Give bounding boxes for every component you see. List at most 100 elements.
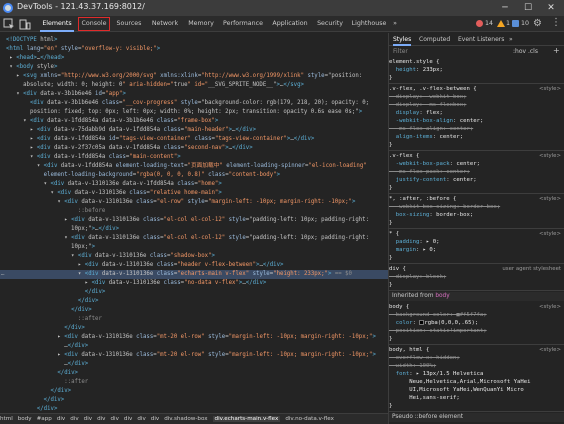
breadcrumb-item[interactable]: div: [151, 416, 159, 422]
info-icon[interactable]: [512, 20, 519, 27]
breadcrumb-item[interactable]: div: [111, 416, 119, 422]
breadcrumb-item[interactable]: body: [18, 416, 32, 422]
tab-computed[interactable]: Computed: [419, 33, 450, 46]
dom-node[interactable]: </div>: [0, 324, 388, 333]
dom-node[interactable]: ▾ <div data-v-1fdd854a element-loading-t…: [0, 162, 388, 171]
dom-node[interactable]: ::after: [0, 315, 388, 324]
device-toolbar-icon[interactable]: [19, 18, 31, 30]
dom-node[interactable]: ▾ <div data-v-1310136e data-v-1fdd854a c…: [0, 180, 388, 189]
dom-node[interactable]: ▾ <div data-v-1310136e class="relative h…: [0, 189, 388, 198]
style-declaration[interactable]: align-items: center;: [389, 133, 564, 141]
dom-node[interactable]: </div>: [0, 306, 388, 315]
dom-node[interactable]: ▸ <div data-v-2f37c05a data-v-1fdd854a c…: [0, 144, 388, 153]
dom-node[interactable]: 10px;">…</div>: [0, 225, 388, 234]
tab-performance[interactable]: Performance: [221, 16, 265, 32]
dom-node[interactable]: </div>: [0, 297, 388, 306]
dom-node[interactable]: ::before: [0, 207, 388, 216]
style-declaration[interactable]: }: [389, 141, 564, 149]
dom-node[interactable]: </div>: [0, 387, 388, 396]
warning-icon[interactable]: [497, 20, 505, 27]
style-declaration[interactable]: justify-content: center;: [389, 176, 564, 184]
style-declaration[interactable]: background-color: ■#f5f7fa;: [389, 311, 564, 319]
style-declaration[interactable]: display: -webkit-box;: [389, 93, 564, 101]
dom-node[interactable]: …</div>: [0, 360, 388, 369]
tab-network[interactable]: Network: [149, 16, 181, 32]
dom-node-menu-icon[interactable]: …: [1, 270, 4, 279]
dom-node[interactable]: ▾ <div data-v-3b1b6e46 id="app">: [0, 90, 388, 99]
style-declaration[interactable]: -webkit-box-align: center;: [389, 117, 564, 125]
maximize-button[interactable]: ☐: [517, 0, 539, 16]
tab-sources[interactable]: Sources: [114, 16, 144, 32]
dom-node[interactable]: <!DOCTYPE html>: [0, 36, 388, 45]
style-declaration[interactable]: body {<style>: [389, 303, 564, 311]
dom-node[interactable]: …</div>: [0, 342, 388, 351]
style-declaration[interactable]: }: [389, 74, 564, 82]
inherited-tag-link[interactable]: body: [435, 293, 449, 299]
style-declaration[interactable]: }: [389, 254, 564, 262]
style-declaration[interactable]: element.style {: [389, 58, 564, 66]
style-declaration[interactable]: * {<style>: [389, 230, 564, 238]
style-declaration[interactable]: box-sizing: border-box;: [389, 211, 564, 219]
dom-tree[interactable]: <!DOCTYPE html> <html lang="en" style="ov…: [0, 33, 388, 413]
style-declaration[interactable]: .v-flex {<style>: [389, 152, 564, 160]
more-panels-icon[interactable]: »: [509, 33, 513, 46]
tab-memory[interactable]: Memory: [186, 16, 216, 32]
style-source-link[interactable]: <style>: [539, 85, 561, 93]
info-count[interactable]: 10: [521, 16, 529, 32]
dom-node[interactable]: element-loading-background="rgba(0, 0, 0…: [0, 171, 388, 180]
style-declaration[interactable]: padding: ▸ 0;: [389, 238, 564, 246]
dom-node[interactable]: ▸ <head>…</head>: [0, 54, 388, 63]
error-icon[interactable]: [476, 20, 483, 27]
style-declaration[interactable]: display: -ms-flexbox;: [389, 101, 564, 109]
dom-node[interactable]: </div>: [0, 396, 388, 405]
hov-cls-toggle[interactable]: :hov .cls: [513, 48, 538, 55]
style-source-link[interactable]: <style>: [539, 152, 561, 160]
style-declaration[interactable]: }: [389, 184, 564, 192]
tab-security[interactable]: Security: [315, 16, 345, 32]
style-declaration[interactable]: Neue,Helvetica,Arial,Microsoft YaHei: [389, 378, 564, 386]
error-count[interactable]: 14: [485, 16, 493, 32]
more-tabs-icon[interactable]: »: [391, 16, 399, 32]
dom-node[interactable]: ▸ <div data-v-1fdd854a id="tags-view-con…: [0, 135, 388, 144]
dom-node[interactable]: ▸ <div data-v-1310136e class="no-data v-…: [0, 279, 388, 288]
style-declaration[interactable]: UI,Microsoft YaHei,WenQuanYi Micro: [389, 386, 564, 394]
dom-node-selected[interactable]: ▾ <div data-v-1310136e class="echarts-ma…: [0, 270, 388, 279]
gear-icon[interactable]: ⚙: [533, 18, 542, 29]
dom-node[interactable]: ▾ <body style>: [0, 63, 388, 72]
style-declaration[interactable]: margin: ▸ 0;: [389, 246, 564, 254]
style-source-link[interactable]: <style>: [539, 303, 561, 311]
dom-node[interactable]: ▸ <div data-v-1310136e class="header v-f…: [0, 261, 388, 270]
inspect-element-icon[interactable]: [3, 18, 15, 30]
close-button[interactable]: ✕: [540, 0, 562, 16]
style-declaration[interactable]: .v-flex, .v-flex-between {<style>: [389, 85, 564, 93]
new-style-rule-button[interactable]: +: [553, 46, 560, 55]
breadcrumb-item[interactable]: div: [70, 416, 78, 422]
style-declaration[interactable]: overflow-x: hidden;: [389, 354, 564, 362]
style-declaration[interactable]: div {user agent stylesheet: [389, 265, 564, 273]
dom-node[interactable]: ▸ <div data-v-1310136e class="mt-20 el-r…: [0, 351, 388, 360]
breadcrumb-item[interactable]: div: [137, 416, 145, 422]
dom-node[interactable]: </div>: [0, 369, 388, 378]
breadcrumb-item[interactable]: html: [0, 416, 13, 422]
dom-node[interactable]: ▾ <div data-v-1fdd854a class="main-conte…: [0, 153, 388, 162]
style-declaration[interactable]: }: [389, 281, 564, 289]
breadcrumb-item[interactable]: #app: [37, 416, 52, 422]
dom-node[interactable]: <div data-v-3b1b6e46 class="__cov-progre…: [0, 99, 388, 108]
dom-node[interactable]: ▸ <div data-v-75dabb9d data-v-1fdd854a c…: [0, 126, 388, 135]
warning-count[interactable]: 1: [506, 16, 510, 32]
tab-event-listeners[interactable]: Event Listeners: [458, 33, 504, 46]
style-declaration[interactable]: -ms-flex-pack: center;: [389, 168, 564, 176]
breadcrumb-item[interactable]: div: [97, 416, 105, 422]
style-declaration[interactable]: *, :after, :before {<style>: [389, 195, 564, 203]
styles-filter-input[interactable]: Filter: [393, 48, 408, 55]
breadcrumb-item[interactable]: div.shadow-box: [164, 416, 207, 422]
dom-node[interactable]: ▸ <svg xmlns="http://www.w3.org/2000/svg…: [0, 72, 388, 81]
style-declaration[interactable]: display: flex;: [389, 109, 564, 117]
style-declaration[interactable]: -webkit-box-pack: center;: [389, 160, 564, 168]
style-declaration[interactable]: }: [389, 335, 564, 343]
style-declaration[interactable]: -webkit-box-sizing: border-box;: [389, 203, 564, 211]
breadcrumb-item[interactable]: div: [84, 416, 92, 422]
tab-application[interactable]: Application: [270, 16, 310, 32]
style-source-link[interactable]: <style>: [539, 195, 561, 203]
tab-styles[interactable]: Styles: [393, 33, 412, 46]
